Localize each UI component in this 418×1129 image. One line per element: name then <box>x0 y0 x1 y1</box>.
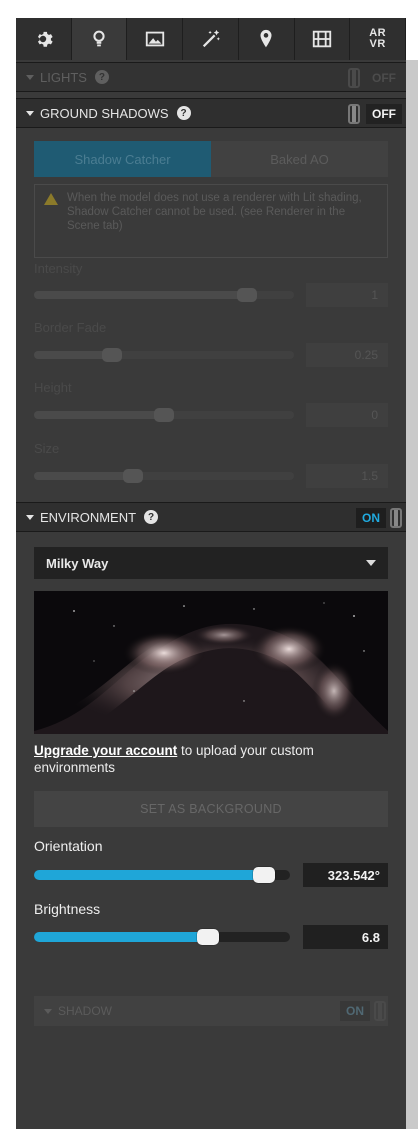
chevron-down-icon <box>44 1008 52 1014</box>
orientation-slider[interactable] <box>34 867 290 883</box>
slider-handle[interactable] <box>253 867 275 883</box>
lightbulb-icon <box>93 30 105 47</box>
shadow-catcher-warning: When the model does not use a renderer w… <box>34 184 388 258</box>
slider-handle[interactable] <box>102 348 122 362</box>
lights-toggle-state: OFF <box>372 71 396 85</box>
border-fade-slider[interactable] <box>34 348 294 362</box>
lights-title: LIGHTS <box>40 69 87 85</box>
slider-handle[interactable] <box>154 408 174 422</box>
help-icon[interactable]: ? <box>176 106 191 120</box>
size-slider[interactable] <box>34 469 294 483</box>
tab-background[interactable] <box>127 18 184 60</box>
scrollbar[interactable] <box>406 60 418 1129</box>
location-pin-icon <box>260 29 272 48</box>
segment-shadow-catcher[interactable]: Shadow Catcher <box>34 141 211 177</box>
film-icon <box>312 30 332 48</box>
shadow-toggle-state: ON <box>340 1001 370 1021</box>
chevron-down-icon <box>26 74 34 80</box>
intensity-label: Intensity <box>34 261 83 276</box>
help-icon[interactable]: ? <box>94 70 109 84</box>
tab-animation[interactable] <box>294 18 351 60</box>
toggle-handle <box>348 68 360 88</box>
border-fade-value[interactable]: 0.25 <box>306 343 388 367</box>
environment-title: ENVIRONMENT <box>40 509 137 525</box>
panel-toolbar: AR VR <box>16 18 407 60</box>
border-fade-label: Border Fade <box>34 320 107 335</box>
ground-shadows-section-header[interactable]: GROUND SHADOWS ? OFF <box>16 98 406 128</box>
environment-shadow-subsection[interactable]: SHADOW ON <box>34 996 388 1026</box>
environment-toggle-state: ON <box>356 508 386 528</box>
upgrade-message: Upgrade your account to upload your cust… <box>34 742 394 776</box>
orientation-label: Orientation <box>34 838 103 854</box>
brightness-label: Brightness <box>34 901 101 917</box>
ground-shadows-toggle[interactable]: OFF <box>348 103 402 125</box>
chevron-down-icon <box>26 110 34 116</box>
lights-toggle[interactable]: OFF <box>348 67 402 89</box>
brightness-slider[interactable] <box>34 929 290 945</box>
tab-lights[interactable] <box>71 18 128 60</box>
size-value[interactable]: 1.5 <box>306 464 388 488</box>
environment-toggle[interactable]: ON <box>356 507 402 529</box>
tab-annotations[interactable] <box>238 18 295 60</box>
slider-handle[interactable] <box>123 469 143 483</box>
segment-baked-ao[interactable]: Baked AO <box>211 141 388 177</box>
shadow-title: SHADOW <box>58 1004 112 1018</box>
height-slider[interactable] <box>34 408 294 422</box>
tab-scene-settings[interactable] <box>16 18 72 60</box>
shadow-mode-segmented-control: Shadow Catcher Baked AO <box>34 141 388 177</box>
gear-icon <box>38 31 53 47</box>
toggle-handle <box>374 1001 386 1021</box>
brightness-value-input[interactable]: 6.8 <box>303 925 388 949</box>
orientation-value-input[interactable]: 323.542° <box>303 863 388 887</box>
set-as-background-button[interactable]: SET AS BACKGROUND <box>34 791 388 827</box>
height-value[interactable]: 0 <box>306 403 388 427</box>
height-label: Height <box>34 380 72 395</box>
ground-shadows-title: GROUND SHADOWS <box>40 105 169 121</box>
lights-section-header[interactable]: LIGHTS ? OFF <box>16 62 406 92</box>
warning-text: When the model does not use a renderer w… <box>67 192 362 232</box>
chevron-down-icon <box>26 514 34 520</box>
slider-handle[interactable] <box>197 929 219 945</box>
help-icon[interactable]: ? <box>144 510 159 524</box>
toggle-handle <box>390 508 402 528</box>
environment-section-header[interactable]: ENVIRONMENT ? ON <box>16 502 406 532</box>
warning-icon <box>44 193 58 205</box>
intensity-slider[interactable] <box>34 288 294 302</box>
slider-handle[interactable] <box>237 288 257 302</box>
image-icon <box>145 31 164 47</box>
intensity-value[interactable]: 1 <box>306 283 388 307</box>
chevron-down-icon <box>366 560 376 566</box>
environment-preview-image <box>34 591 388 734</box>
ground-shadows-toggle-state: OFF <box>366 104 402 124</box>
size-label: Size <box>34 441 60 456</box>
upgrade-account-link[interactable]: Upgrade your account <box>34 743 177 758</box>
environment-select[interactable]: Milky Way <box>34 547 388 579</box>
environment-select-value: Milky Way <box>46 555 109 571</box>
tab-post-processing[interactable] <box>183 18 239 60</box>
ar-vr-icon: AR VR <box>369 27 387 50</box>
milky-way-image <box>34 591 388 734</box>
toggle-handle <box>348 104 360 124</box>
properties-panel: AR VR LIGHTS ? OFF GROUND SHADOWS ? OFF … <box>16 18 407 1129</box>
environment-shadow-toggle[interactable]: ON <box>340 1000 386 1022</box>
magic-wand-icon <box>202 29 220 48</box>
tab-ar-vr[interactable]: AR VR <box>350 18 407 60</box>
